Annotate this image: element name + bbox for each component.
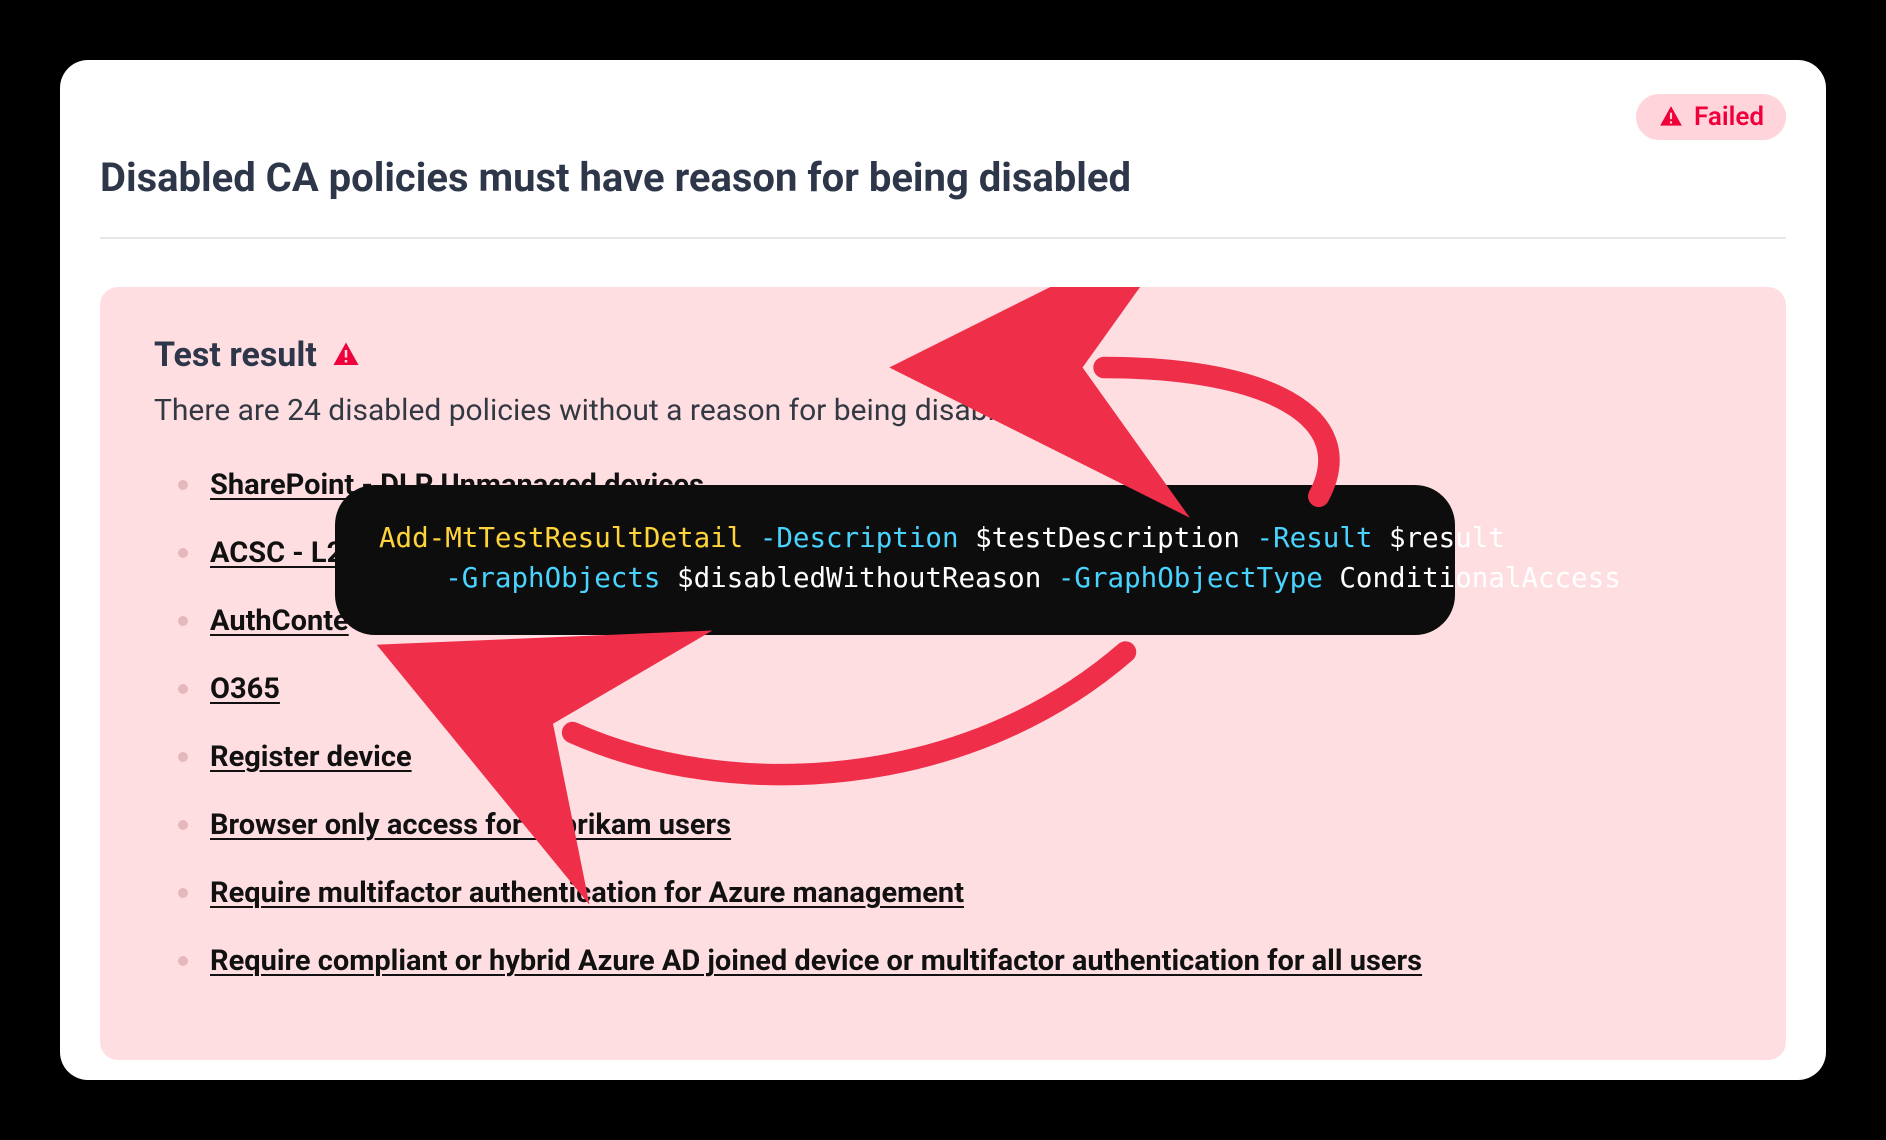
list-item: O365 xyxy=(178,672,1732,706)
policy-link[interactable]: ACSC - L2 xyxy=(210,536,343,570)
bullet-icon xyxy=(178,820,188,830)
code-param-name: GraphObjects xyxy=(462,562,661,594)
result-heading: Test result xyxy=(154,335,1732,375)
list-item: Register device xyxy=(178,740,1732,774)
code-param-name: Description xyxy=(776,522,958,554)
code-param-name: GraphObjectType xyxy=(1074,562,1322,594)
policy-link[interactable]: Register device xyxy=(210,740,412,774)
divider xyxy=(100,237,1786,239)
result-summary: There are 24 disabled policies without a… xyxy=(154,393,1732,428)
code-cmdlet: Add-MtTestResultDetail xyxy=(379,522,743,554)
policy-link[interactable]: Require multifactor authentication for A… xyxy=(210,876,964,910)
code-param-name: Result xyxy=(1273,522,1372,554)
bullet-icon xyxy=(178,480,188,490)
bullet-icon xyxy=(178,752,188,762)
bullet-icon xyxy=(178,616,188,626)
warning-icon xyxy=(1658,104,1684,130)
result-panel: Test result There are 24 disabled polici… xyxy=(100,287,1786,1060)
bullet-icon xyxy=(178,548,188,558)
code-snippet: Add-MtTestResultDetail -Description $tes… xyxy=(335,485,1455,635)
code-param-value: $disabledWithoutReason xyxy=(677,562,1041,594)
bullet-icon xyxy=(178,956,188,966)
list-item: Require multifactor authentication for A… xyxy=(178,876,1732,910)
code-param-value: ConditionalAccess xyxy=(1339,562,1620,594)
code-param-value: $testDescription xyxy=(975,522,1240,554)
policy-link[interactable]: Require compliant or hybrid Azure AD joi… xyxy=(210,944,1422,978)
code-param-value: $result xyxy=(1389,522,1505,554)
policy-link[interactable]: O365 xyxy=(210,672,280,706)
bullet-icon xyxy=(178,684,188,694)
status-label: Failed xyxy=(1694,102,1764,132)
policy-link[interactable]: Browser only access for Fabrikam users xyxy=(210,808,731,842)
policy-link[interactable]: AuthConte xyxy=(210,604,349,638)
page-title: Disabled CA policies must have reason fo… xyxy=(100,154,1786,201)
status-badge: Failed xyxy=(1636,94,1786,140)
list-item: Browser only access for Fabrikam users xyxy=(178,808,1732,842)
warning-icon xyxy=(331,340,361,370)
list-item: Require compliant or hybrid Azure AD joi… xyxy=(178,944,1732,978)
bullet-icon xyxy=(178,888,188,898)
test-detail-card: Failed Disabled CA policies must have re… xyxy=(60,60,1826,1080)
